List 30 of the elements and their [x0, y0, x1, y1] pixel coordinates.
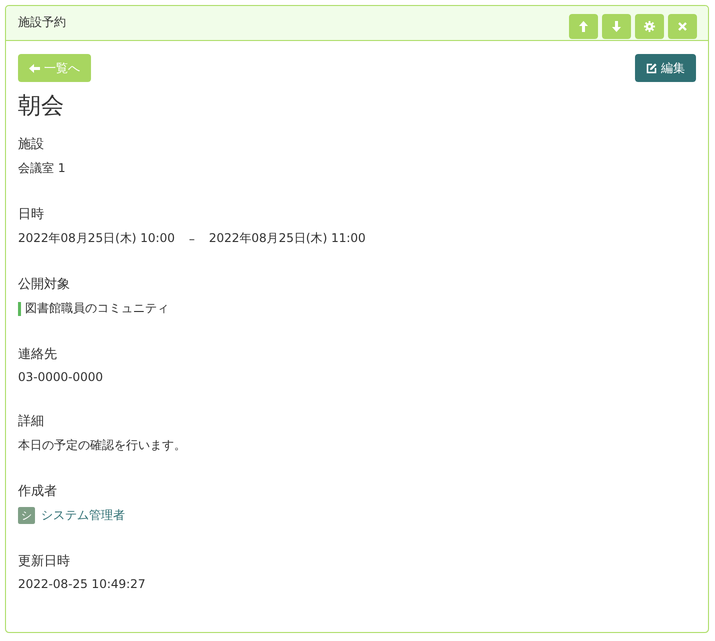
end-datetime: 2022年08月25日(木) 11:00: [208, 230, 366, 247]
start-datetime: 2022年08月25日(木) 10:00: [18, 230, 175, 247]
move-down-button[interactable]: [602, 14, 631, 39]
range-separator: –: [188, 232, 195, 246]
edit-icon: [646, 62, 657, 74]
field-value: 本日の予定の確認を行います。: [18, 437, 187, 454]
field-value: 03-0000-0000: [18, 370, 104, 384]
event-title: 朝会: [18, 92, 65, 121]
field-label: 日時: [18, 206, 45, 223]
arrow-down-icon: [612, 21, 621, 32]
arrow-up-icon: [579, 21, 588, 32]
field-label: 施設: [18, 136, 45, 153]
user-link[interactable]: システム管理者: [41, 507, 125, 524]
community-name: 図書館職員のコミュニティ: [25, 300, 169, 317]
user-avatar: シ: [18, 507, 35, 524]
field-label: 作成者: [18, 483, 58, 500]
settings-icon: [644, 21, 655, 32]
field-value: 2022-08-25 10:49:27: [18, 577, 146, 591]
field-label: 更新日時: [18, 553, 71, 570]
field-value: 会議室 1: [18, 160, 66, 177]
arrow-left-icon: [29, 64, 40, 72]
close-button[interactable]: [668, 14, 697, 39]
close-icon: [678, 22, 687, 31]
settings-button[interactable]: [635, 14, 664, 39]
edit-button[interactable]: 編集: [635, 54, 696, 82]
field-label: 連絡先: [18, 346, 58, 363]
field-label: 公開対象: [18, 276, 71, 293]
panel-title: 施設予約: [18, 14, 66, 31]
field-label: 詳細: [18, 413, 45, 430]
move-up-button[interactable]: [569, 14, 598, 39]
